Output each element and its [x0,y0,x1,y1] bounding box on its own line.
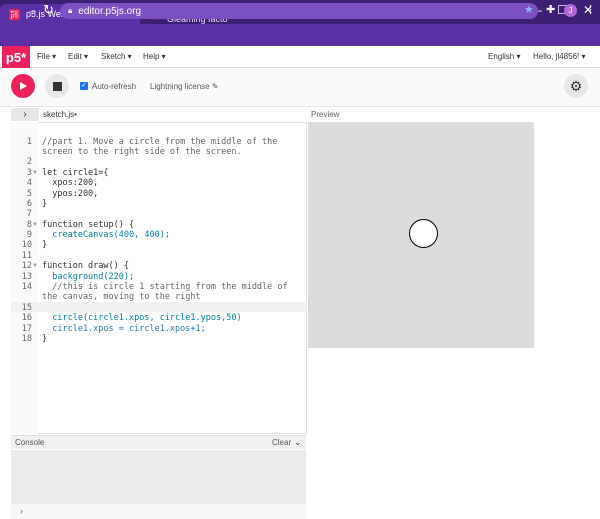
fold-arrow-icon[interactable]: ▼ [32,222,38,228]
play-icon [20,82,27,90]
code-line: background(220); [42,272,135,282]
play-button[interactable] [11,74,35,98]
code-line: //part 1. Move a circle from the middle … [42,137,278,147]
reload-icon[interactable]: ↻ [43,2,54,18]
line-number: 12 [21,261,32,271]
chevron-down-icon[interactable]: ⌄ [294,437,302,448]
line-number: 18 [21,334,32,344]
forward-icon[interactable]: → [26,2,39,17]
console-prompt: › [20,506,23,516]
code-line: circle(circle1.xpos, circle1.ypos,50) [42,313,242,323]
code-line: circle1.xpos = circle1.xpos+1; [42,324,206,334]
line-number: 3 [26,168,32,178]
line-number: 9 [26,230,32,240]
console-output [11,450,306,504]
console-header [11,435,306,449]
line-number: 4 [26,178,32,188]
extensions-icon[interactable]: ✚ [546,3,555,16]
code-line: screen to the right side of the screen. [42,147,242,157]
line-number: 14 [21,282,32,292]
active-line-highlight [11,302,307,312]
line-number: 17 [21,324,32,334]
sketch-circle [409,219,438,248]
lock-icon: 🔒︎ [68,6,73,15]
file-tab[interactable]: sketch.js• [43,110,77,119]
menu-help[interactable]: Help ▾ [143,52,166,61]
fold-arrow-icon[interactable]: ▼ [32,263,38,269]
stop-button[interactable] [45,74,69,98]
console-label: Console [15,438,45,447]
language-menu[interactable]: English ▾ [488,52,520,61]
browser-menu-icon[interactable]: ⋮ [585,3,596,16]
line-number: 2 [26,157,32,167]
code-line: } [42,334,48,344]
code-line: let circle1={ [42,168,109,178]
stop-icon [52,81,62,91]
menu-file[interactable]: File ▾ [37,52,56,61]
auto-refresh-label: Auto-refresh [92,82,137,91]
line-number: 10 [21,240,32,250]
sidebar-toggle-button[interactable]: › [11,108,39,121]
sketch-name[interactable]: Lightning license ✎ [150,82,219,91]
console-clear-button[interactable]: Clear [272,438,291,447]
fold-arrow-icon[interactable]: ▼ [32,170,38,176]
code-line: createCanvas(400, 400); [42,230,170,240]
console-input[interactable] [11,504,306,519]
line-number: 13 [21,272,32,282]
address-bar-row [0,24,600,46]
chevron-right-icon: › [23,109,27,120]
code-line: function setup() { [42,220,135,230]
line-number: 5 [26,189,32,199]
sketch-toolbar [0,69,600,107]
menu-edit[interactable]: Edit ▾ [68,52,88,61]
line-number: 8 [26,220,32,230]
url-text: editor.p5js.org [78,5,142,17]
gear-icon: ⚙ [569,77,583,94]
line-number: 15 [21,303,32,313]
auto-refresh-checkbox[interactable]: ✓ [80,82,88,90]
line-number: 1 [26,137,32,147]
code-line: } [42,199,48,209]
menu-sketch[interactable]: Sketch ▾ [101,52,132,61]
user-menu[interactable]: Hello, jl4856! ▾ [533,52,586,61]
code-line: function draw() { [42,261,129,271]
line-number: 16 [21,313,32,323]
code-line: ypos:200, [42,189,99,199]
settings-button[interactable]: ⚙ [564,74,588,98]
line-number: 6 [26,199,32,209]
p5-logo[interactable]: p5* [2,46,30,68]
url-omnibox[interactable]: 🔒︎ editor.p5js.org [60,3,538,19]
code-line: the canvas, moving to the right [42,292,201,302]
line-number: 7 [26,209,32,219]
back-icon[interactable]: ← [8,2,21,17]
code-line: } [42,240,48,250]
line-number: 11 [21,251,32,261]
code-line: xpos:200, [42,178,99,188]
code-line: //this is circle 1 starting from the mid… [42,282,288,292]
bookmark-star-icon[interactable]: ★ [524,3,534,16]
preview-label: Preview [311,110,340,119]
profile-avatar[interactable]: J [564,4,577,17]
